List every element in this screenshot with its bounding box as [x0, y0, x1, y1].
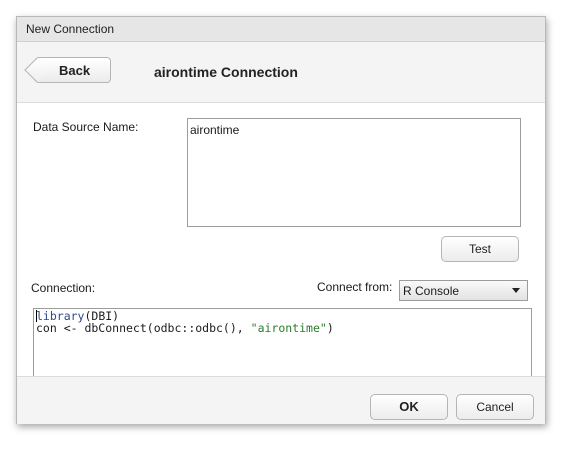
back-arrow-icon [24, 57, 50, 83]
window-titlebar[interactable]: New Connection [17, 17, 545, 42]
dsn-input[interactable]: airontime [187, 118, 521, 227]
connect-from-label: Connect from: [317, 280, 393, 294]
test-button[interactable]: Test [441, 236, 519, 262]
connection-label: Connection: [31, 281, 96, 295]
back-button-label: Back [59, 63, 91, 78]
code-string: "airontime" [250, 321, 327, 335]
dialog-footer: OK Cancel [17, 376, 545, 424]
code-call: con <- dbConnect(odbc::odbc(), [36, 321, 251, 335]
new-connection-dialog: New Connection Back airontime Connection… [16, 16, 546, 424]
cancel-button[interactable]: Cancel [456, 394, 534, 420]
code-line-2: con <- dbConnect(odbc::odbc(), "airontim… [36, 322, 529, 334]
dsn-label: Data Source Name: [33, 120, 139, 134]
chevron-down-icon [512, 288, 520, 293]
window-title: New Connection [26, 22, 115, 36]
back-button[interactable]: Back [24, 57, 111, 83]
dialog-content: Data Source Name: airontime Test Connect… [17, 103, 545, 376]
connect-from-select[interactable]: R Console [399, 280, 528, 301]
ok-button[interactable]: OK [370, 394, 448, 420]
connection-code-editor[interactable]: library(DBI) con <- dbConnect(odbc::odbc(… [33, 308, 532, 376]
code-close: ) [326, 321, 334, 335]
dsn-value: airontime [190, 123, 240, 137]
connection-title: airontime Connection [154, 64, 298, 80]
connect-from-value: R Console [403, 284, 460, 298]
dialog-header: Back airontime Connection [17, 42, 545, 103]
